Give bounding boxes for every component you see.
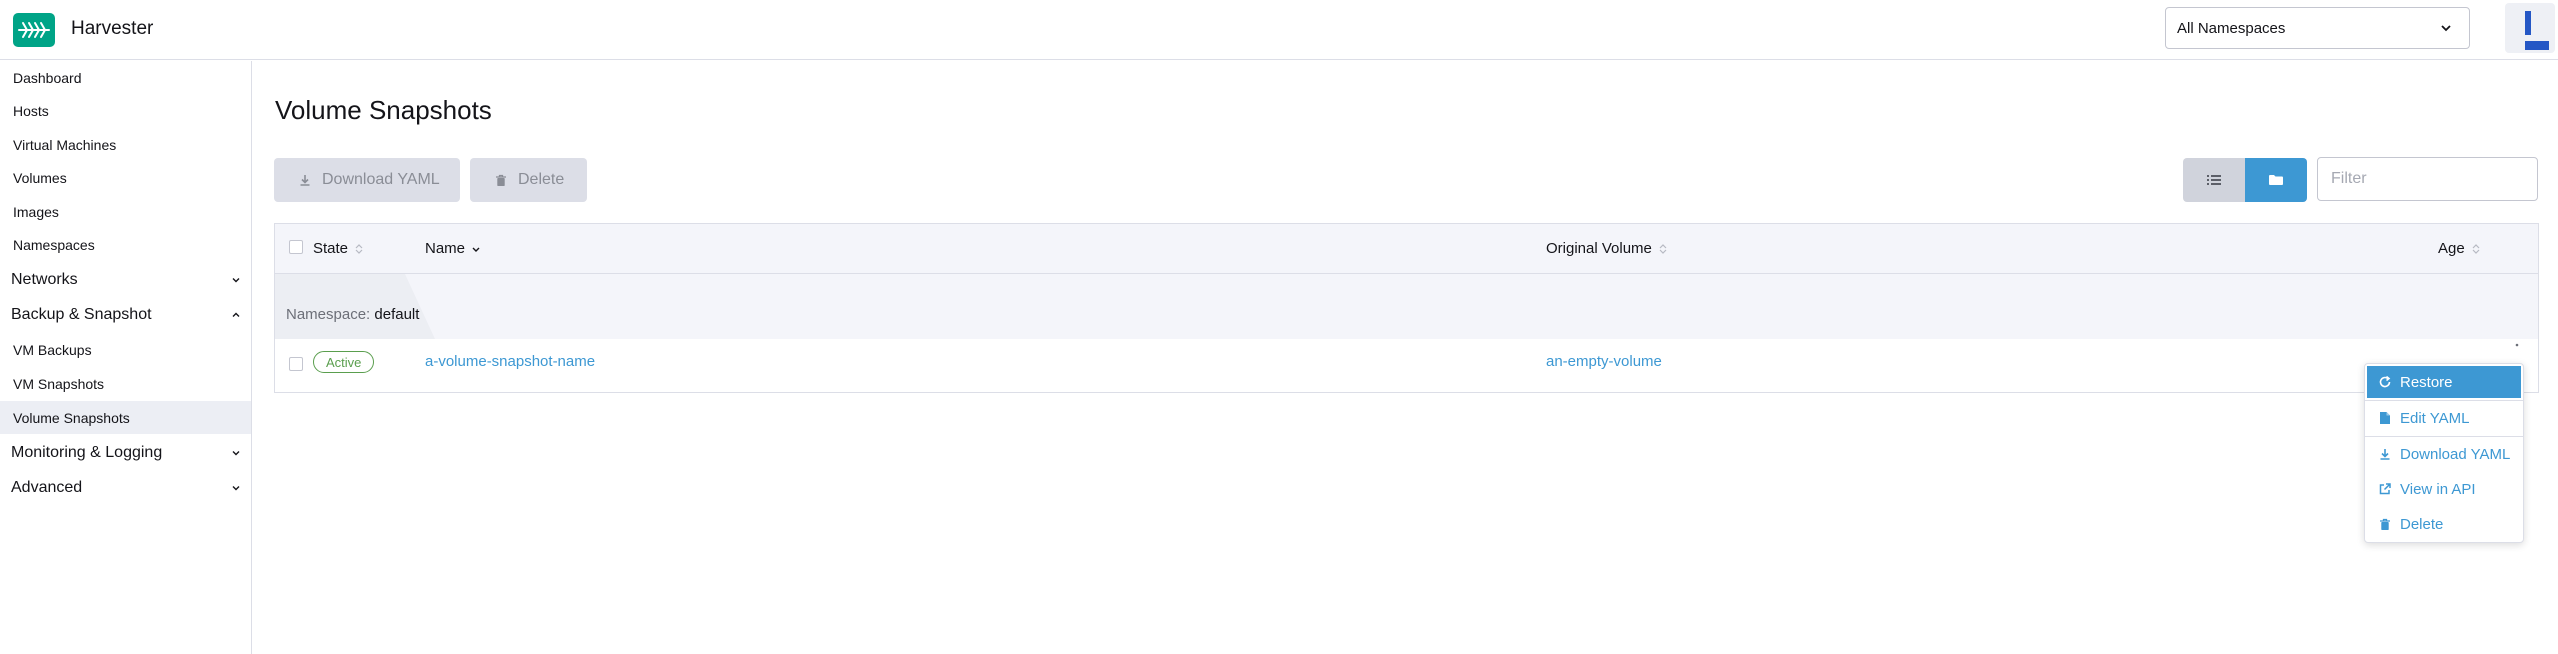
sidebar-item-vm-backups[interactable]: VM Backups: [0, 333, 251, 366]
column-header-label: Name: [425, 240, 466, 257]
sidebar-item-label: Dashboard: [13, 69, 82, 86]
delete-button[interactable]: Delete: [470, 158, 587, 202]
menu-item-label: Delete: [2400, 515, 2444, 533]
namespace-value: default: [374, 306, 420, 323]
page-title: Volume Snapshots: [275, 95, 492, 125]
menu-divider: [2365, 400, 2523, 401]
sidebar-item-label: VM Snapshots: [13, 375, 105, 392]
menu-item-restore[interactable]: Restore: [2367, 366, 2521, 398]
trash-icon: [496, 174, 506, 186]
menu-item-view-in-api[interactable]: View in API: [2367, 473, 2521, 505]
trash-icon: [2377, 516, 2393, 532]
top-header: Harvester All Namespaces: [0, 0, 2558, 60]
menu-item-edit-yaml[interactable]: Edit YAML: [2367, 402, 2521, 434]
chevron-down-icon: [2441, 25, 2451, 32]
sidebar-item-volume-snapshots[interactable]: Volume Snapshots: [0, 401, 251, 434]
menu-item-label: Download YAML: [2400, 445, 2511, 463]
menu-item-download-yaml[interactable]: Download YAML: [2367, 438, 2521, 470]
column-header-label: Original Volume: [1546, 240, 1652, 257]
chevron-down-icon: [232, 486, 240, 491]
file-icon: [2377, 410, 2393, 426]
sort-icon: [355, 243, 363, 254]
avatar-bar: [2525, 11, 2531, 35]
external-link-icon: [2377, 481, 2393, 497]
app-title: Harvester: [71, 18, 154, 39]
sidebar-item-vm-snapshots[interactable]: VM Snapshots: [0, 367, 251, 400]
user-avatar[interactable]: [2505, 3, 2555, 53]
namespace-group-row: Namespace: default: [275, 274, 2538, 339]
download-yaml-button[interactable]: Download YAML: [274, 158, 460, 202]
sidebar-group-label: Backup & Snapshot: [11, 305, 152, 323]
table-header: State Name Original Volume Age: [275, 224, 2538, 274]
sort-icon: [1659, 243, 1667, 254]
sidebar-item-label: Virtual Machines: [13, 136, 117, 153]
sidebar-item-volumes[interactable]: Volumes: [0, 161, 251, 194]
download-icon: [2377, 446, 2393, 462]
sidebar-item-hosts[interactable]: Hosts: [0, 94, 251, 127]
list-icon: [2207, 175, 2221, 185]
sidebar-group-label: Networks: [11, 270, 78, 288]
group-by-namespace-button[interactable]: [2245, 158, 2307, 202]
column-header-name[interactable]: Name: [425, 240, 481, 257]
menu-item-label: View in API: [2400, 480, 2476, 498]
column-header-state[interactable]: State: [313, 240, 364, 257]
snapshot-name-link[interactable]: a-volume-snapshot-name: [425, 353, 595, 370]
sidebar-item-dashboard[interactable]: Dashboard: [0, 61, 251, 94]
menu-divider: [2365, 436, 2523, 437]
menu-item-label: Edit YAML: [2400, 409, 2470, 427]
sort-icon: [2472, 243, 2480, 254]
harvester-logo-icon[interactable]: [13, 13, 55, 47]
namespace-selector[interactable]: All Namespaces: [2165, 7, 2470, 49]
sort-down-icon: [472, 247, 480, 252]
download-icon: [300, 175, 310, 186]
sidebar-item-virtual-machines[interactable]: Virtual Machines: [0, 128, 251, 161]
column-header-label: State: [313, 240, 349, 257]
view-toggle: [2183, 158, 2307, 202]
sidebar-group-label: Advanced: [11, 478, 83, 496]
sidebar-group-monitoring-logging[interactable]: Monitoring & Logging: [0, 436, 251, 469]
row-actions-menu: Restore Edit YAML Download YAML View in …: [2364, 363, 2524, 543]
namespace-key: Namespace:: [286, 306, 371, 323]
more-actions-icon[interactable]: [2505, 343, 2529, 353]
sidebar-item-namespaces[interactable]: Namespaces: [0, 228, 251, 261]
filter-input[interactable]: [2317, 157, 2538, 201]
menu-item-label: Restore: [2400, 373, 2453, 391]
sidebar-item-images[interactable]: Images: [0, 195, 251, 228]
menu-item-delete[interactable]: Delete: [2367, 508, 2521, 540]
sidebar-item-label: Hosts: [13, 102, 49, 119]
restore-icon: [2377, 374, 2393, 390]
download-yaml-label: Download YAML: [322, 171, 440, 188]
column-header-label: Age: [2438, 240, 2465, 257]
sidebar-group-label: Monitoring & Logging: [11, 443, 163, 461]
sidebar-item-label: Volumes: [13, 169, 67, 186]
folder-icon: [2269, 175, 2283, 185]
flat-list-button[interactable]: [2183, 158, 2245, 202]
namespace-group-label: Namespace: default: [286, 306, 419, 323]
sidebar-item-label: Volume Snapshots: [13, 409, 130, 426]
original-volume-link[interactable]: an-empty-volume: [1546, 353, 1662, 370]
sidebar-group-backup-snapshot[interactable]: Backup & Snapshot: [0, 298, 251, 331]
sidebar-group-networks[interactable]: Networks: [0, 263, 251, 296]
chevron-up-icon: [232, 312, 240, 317]
sidebar-group-advanced[interactable]: Advanced: [0, 471, 251, 504]
status-badge: Active: [313, 351, 375, 373]
table-row: Active a-volume-snapshot-name an-empty-v…: [275, 339, 2538, 392]
sidebar-item-label: Namespaces: [13, 236, 95, 253]
sidebar: Dashboard Hosts Virtual Machines Volumes…: [0, 61, 252, 654]
volume-snapshots-table: State Name Original Volume Age Namespace…: [274, 223, 2539, 393]
sidebar-item-label: VM Backups: [13, 341, 92, 358]
chevron-down-icon: [232, 451, 240, 456]
delete-label: Delete: [518, 171, 565, 188]
row-checkbox[interactable]: [289, 357, 303, 371]
chevron-down-icon: [232, 278, 240, 283]
column-header-age[interactable]: Age: [2438, 240, 2481, 257]
column-header-original-volume[interactable]: Original Volume: [1546, 240, 1668, 257]
namespace-selector-value: All Namespaces: [2177, 19, 2286, 37]
select-all-checkbox[interactable]: [289, 240, 303, 254]
sidebar-item-label: Images: [13, 203, 59, 220]
avatar-bar: [2525, 41, 2549, 50]
